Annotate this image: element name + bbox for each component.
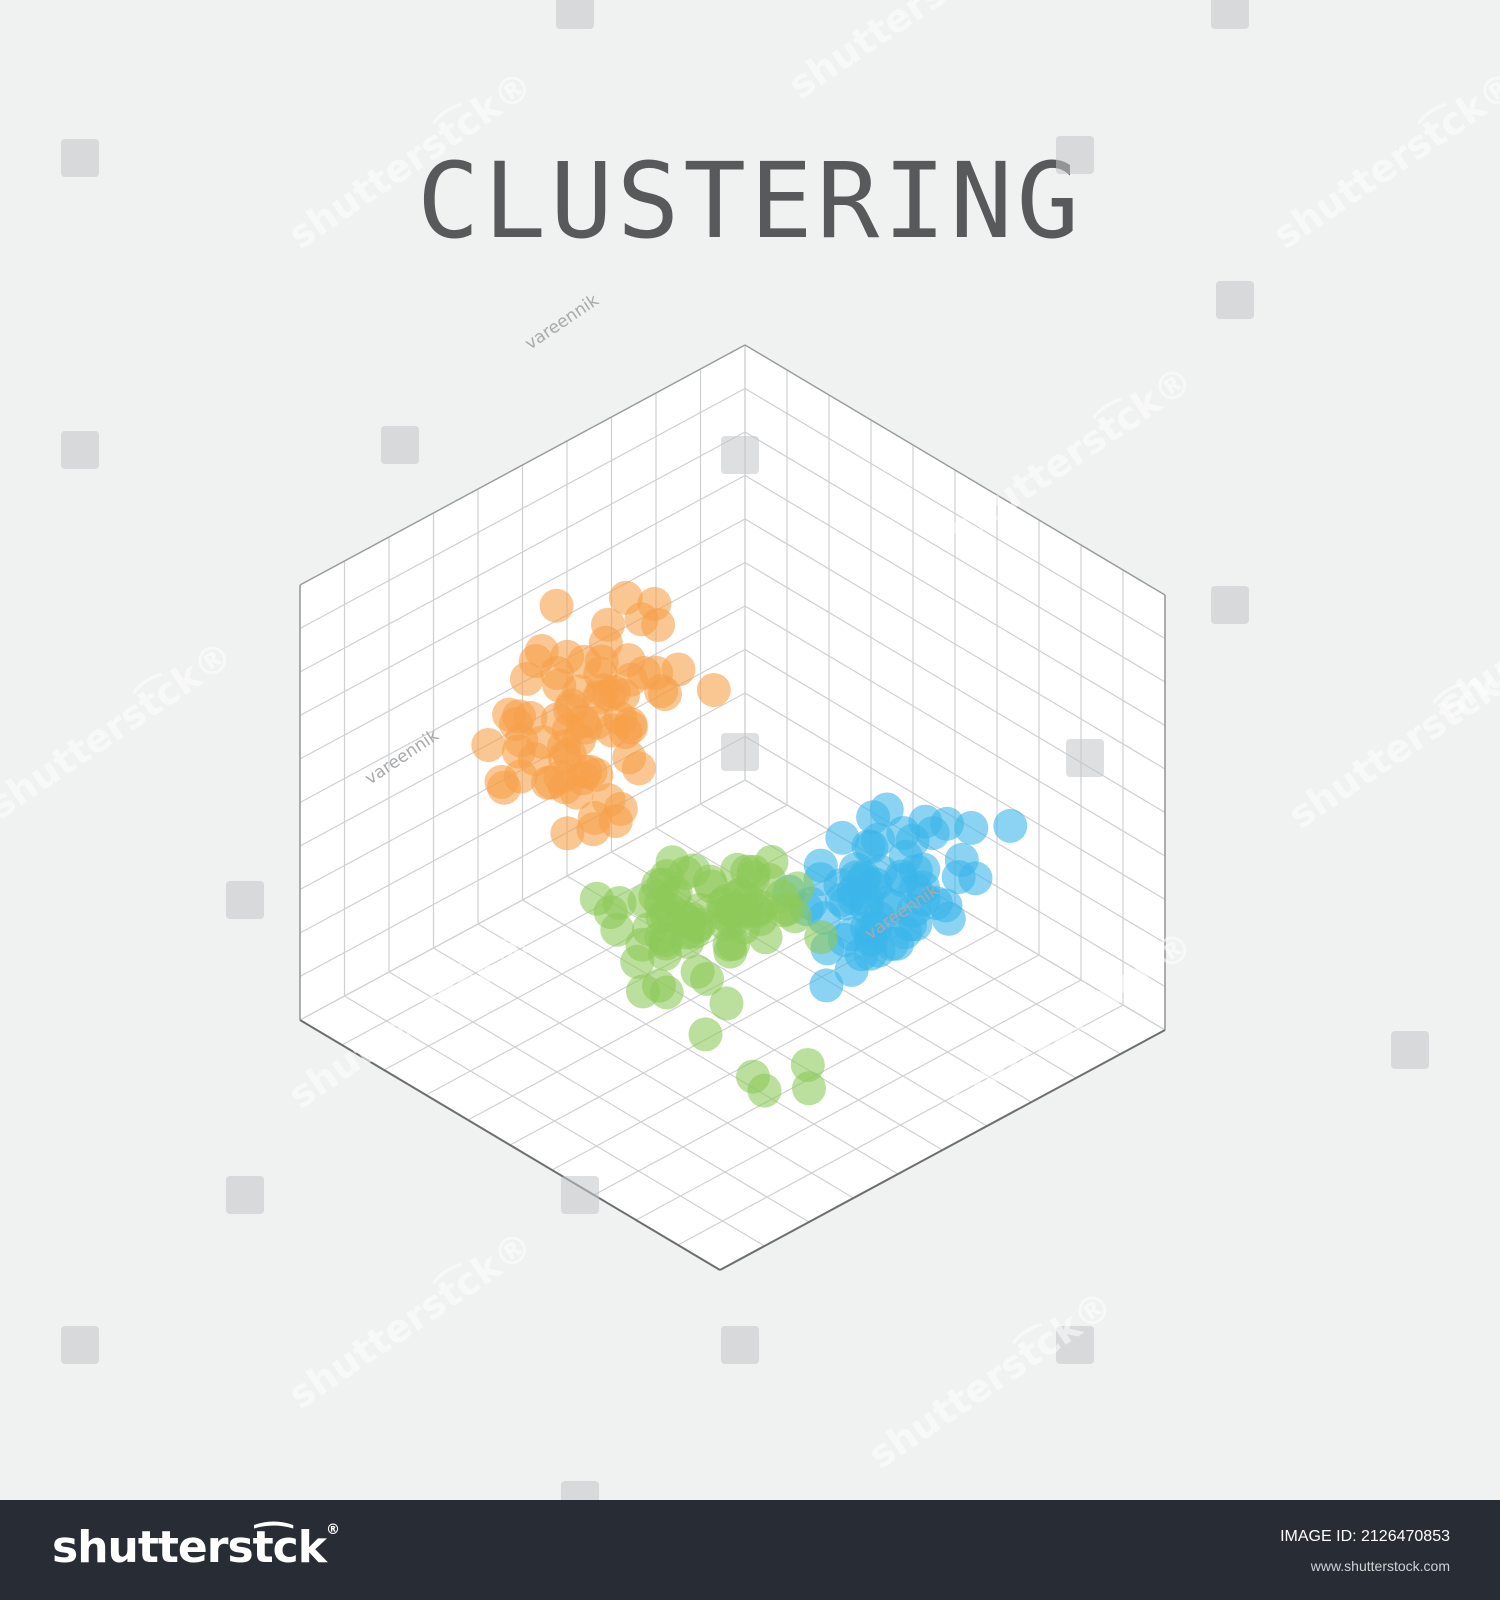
data-point [504,723,539,758]
watermark-tile [1056,136,1094,174]
data-point [568,754,603,789]
data-point [738,892,773,927]
data-point [835,917,870,951]
watermark-tile [1211,0,1249,29]
data-point [588,625,623,660]
watermark-tile [226,881,264,919]
data-point [823,868,858,903]
footer-logo-mark: ® [326,1522,340,1538]
data-point [612,740,647,775]
watermark-tile [226,1176,264,1214]
data-point [639,655,674,690]
watermark-brand-text: shutterst͡ck® [1265,62,1500,257]
data-point [777,899,812,934]
watermark-brand-text: shutterst͡ck® [0,632,241,827]
watermark-brand-text: shutterst͡ck® [280,62,540,257]
watermark-brand-text: shutterst͡ck® [1430,532,1500,727]
data-point [680,954,715,989]
data-point [825,820,860,855]
data-point [915,816,950,851]
data-point [540,656,574,690]
data-point [716,926,751,961]
data-point [856,800,891,835]
footer-bar: shutterst͡ck® IMAGE ID: 2126470853 www.s… [0,1500,1500,1600]
watermark-tile [1391,1031,1429,1069]
watermark-tile [61,1326,99,1364]
data-point [576,812,611,847]
watermark-brand-text: shutterst͡ck® [860,1282,1120,1477]
watermark-tile [721,1326,759,1364]
watermark-tile [556,0,594,29]
data-point [747,1073,782,1108]
data-point [620,944,655,979]
watermark-tile [381,426,419,464]
data-point [993,808,1028,843]
watermark-tile [1066,739,1104,777]
data-point [603,701,638,736]
watermark-tile [561,1481,599,1500]
watermark-tile [61,139,99,177]
watermark-tile [561,1176,599,1214]
data-point [696,673,731,707]
data-point [954,810,989,845]
data-point [854,830,889,865]
data-point [944,842,979,877]
data-point [709,986,744,1021]
footer-image-id: IMAGE ID: 2126470853 [1280,1528,1450,1545]
data-point [884,859,919,894]
data-point [804,920,839,955]
watermark-brand-text: shutterst͡ck® [780,0,1040,107]
data-point [471,728,506,762]
cluster-plot: shutterst͡ck® shutterst͡ck® shutterst͡ck® s… [0,0,1500,1500]
watermark-brand-text: shutterst͡ck® [940,357,1200,552]
data-point [677,914,712,949]
data-point [539,588,574,623]
data-point [509,661,544,696]
data-point [579,881,614,916]
data-point [649,975,684,1010]
data-point [688,1017,723,1052]
watermark-tile [721,733,759,771]
watermark-tile [1216,281,1254,319]
data-point [568,710,603,745]
data-point [503,759,538,794]
watermark-contributor-text: vareennik [522,290,603,354]
watermark-tile [721,436,759,474]
footer-logo[interactable]: shutterst͡ck® [52,1522,340,1573]
data-point [643,886,678,921]
data-point [790,1048,825,1082]
data-point [834,952,869,987]
watermark-brand-text: shutterst͡ck® [280,1222,540,1417]
watermark-overlay: shutterst͡ck® shutterst͡ck® shutterst͡ck® s… [0,0,1500,1500]
footer-logo-text: shutterst͡ck [52,1522,327,1573]
footer-url[interactable]: www.shutterstock.com [1311,1558,1450,1574]
data-point [931,901,966,936]
data-point [641,607,676,642]
watermark-tile [61,431,99,469]
watermark-tile [1211,586,1249,624]
